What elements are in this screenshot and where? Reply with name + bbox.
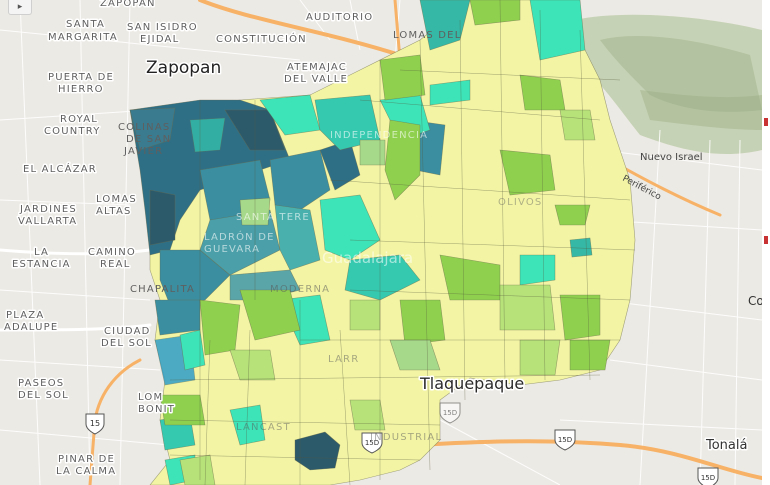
layer-toggle-button[interactable]: ▸ [8,0,32,15]
label-industrial: INDUSTRIAL [370,432,442,443]
label-camino: CAMINO [88,247,136,258]
shield-15-label: 15 [90,419,100,428]
label-bonit: BONIT [138,404,175,415]
shield-15d-b-marker: 15D [554,429,576,451]
label-zapopan: Zapopan [146,58,221,78]
region-green-18 [559,109,596,141]
label-auditorio: AUDITORIO [306,12,373,23]
region-green-11 [519,339,561,376]
label-santa-tere: SANTA TERE [236,212,310,223]
label-ejidal: EJIDAL [140,34,179,45]
label-la: LA [34,247,49,258]
region-green-8 [499,284,556,331]
region-green-23 [359,139,386,166]
region-green-2 [379,54,426,101]
map-canvas[interactable]: 15 15D 15D 15D 15D ZAPOPAN SANTA MARGARI… [0,0,770,485]
label-jardines: JARDINES [19,204,77,215]
label-adalupe: ADALUPE [4,322,58,333]
region-dark-11 [154,299,201,336]
label-lancaster: LANCAST [236,422,291,433]
label-hierro: HIERRO [58,84,104,95]
region-aqua-8 [529,0,586,61]
label-lom: LOM [138,392,163,403]
panel-marker [764,236,768,244]
label-chapalita: CHAPALITA [130,284,195,295]
label-el-alcazar: EL ALCÁZAR [23,162,97,175]
label-atemajac: ATEMAJAC [287,62,347,73]
region-green-21 [179,454,216,485]
shield-15d-d-label: 15D [443,409,457,417]
label-plaza: PLAZA [6,310,44,321]
label-moderna: MODERNA [270,284,330,295]
label-vallarta: VALLARTA [18,216,77,227]
label-del-sol: DEL SOL [101,338,152,349]
map-svg: 15 15D 15D 15D 15D ZAPOPAN SANTA MARGARI… [0,0,762,485]
label-ciudad: CIUDAD [104,326,151,337]
label-real: REAL [100,259,130,270]
label-nuevo-israel: Nuevo Israel [640,152,703,163]
label-larr: LARR [328,354,359,365]
label-royal: ROYAL [60,114,98,125]
play-icon: ▸ [17,2,23,12]
shield-15d-b-label: 15D [558,436,572,444]
label-puerta-de: PUERTA DE [48,72,114,83]
label-ladron-de: LADRÓN DE [204,230,275,243]
region-green-14 [199,299,241,356]
region-aqua-16 [569,237,593,258]
label-javier: JAVIER [123,146,163,157]
region-aqua-10 [519,254,556,286]
region-green-12 [399,299,446,346]
panel-marker [764,118,768,126]
region-green-4 [519,74,566,111]
region-green-17 [349,299,381,331]
label-del-valle: DEL VALLE [284,74,348,85]
label-olivos: OLIVOS [498,197,542,208]
region-green-6 [554,204,591,226]
label-lomas-del: LOMAS DEL [393,30,461,41]
label-paseos: PASEOS [18,378,64,389]
label-altas: ALTAS [96,206,132,217]
region-aqua-14 [189,117,226,153]
shield-15d-c-marker: 15D [697,467,719,485]
region-green-9 [559,294,601,341]
region-darkest-2 [149,189,176,246]
shield-15d-c-label: 15D [701,474,715,482]
region-green-5 [499,149,556,196]
side-panel-edge [762,0,770,485]
label-constitucion: CONSTITUCIÓN [216,32,307,45]
label-de-san: DE SAN [126,134,171,145]
label-pinar-de: PINAR DE [58,454,115,465]
label-colinas: COLINAS [118,122,170,133]
label-tlaquepaque: Tlaquepaque [419,374,524,393]
label-estancia: ESTANCIA [12,259,71,270]
label-co: Co [748,294,762,308]
label-margarita: MARGARITA [48,32,118,43]
label-guadalajara: Guadalajara [322,249,413,267]
label-san-isidro: SAN ISIDRO [127,22,198,33]
label-zapopan-top: ZAPOPAN [100,0,156,9]
label-paseos-del-sol: DEL SOL [18,390,69,401]
label-guevara: GUEVARA [204,244,260,255]
label-independencia: INDEPENDENCIA [330,130,428,141]
label-santa: SANTA [66,19,105,30]
shield-15d-d-marker: 15D [439,402,461,424]
label-tonala: Tonalá [705,438,747,453]
label-la-calma: LA CALMA [56,466,116,477]
region-green-10 [569,339,611,371]
label-country: COUNTRY [44,126,101,137]
label-lomas: LOMAS [96,194,137,205]
